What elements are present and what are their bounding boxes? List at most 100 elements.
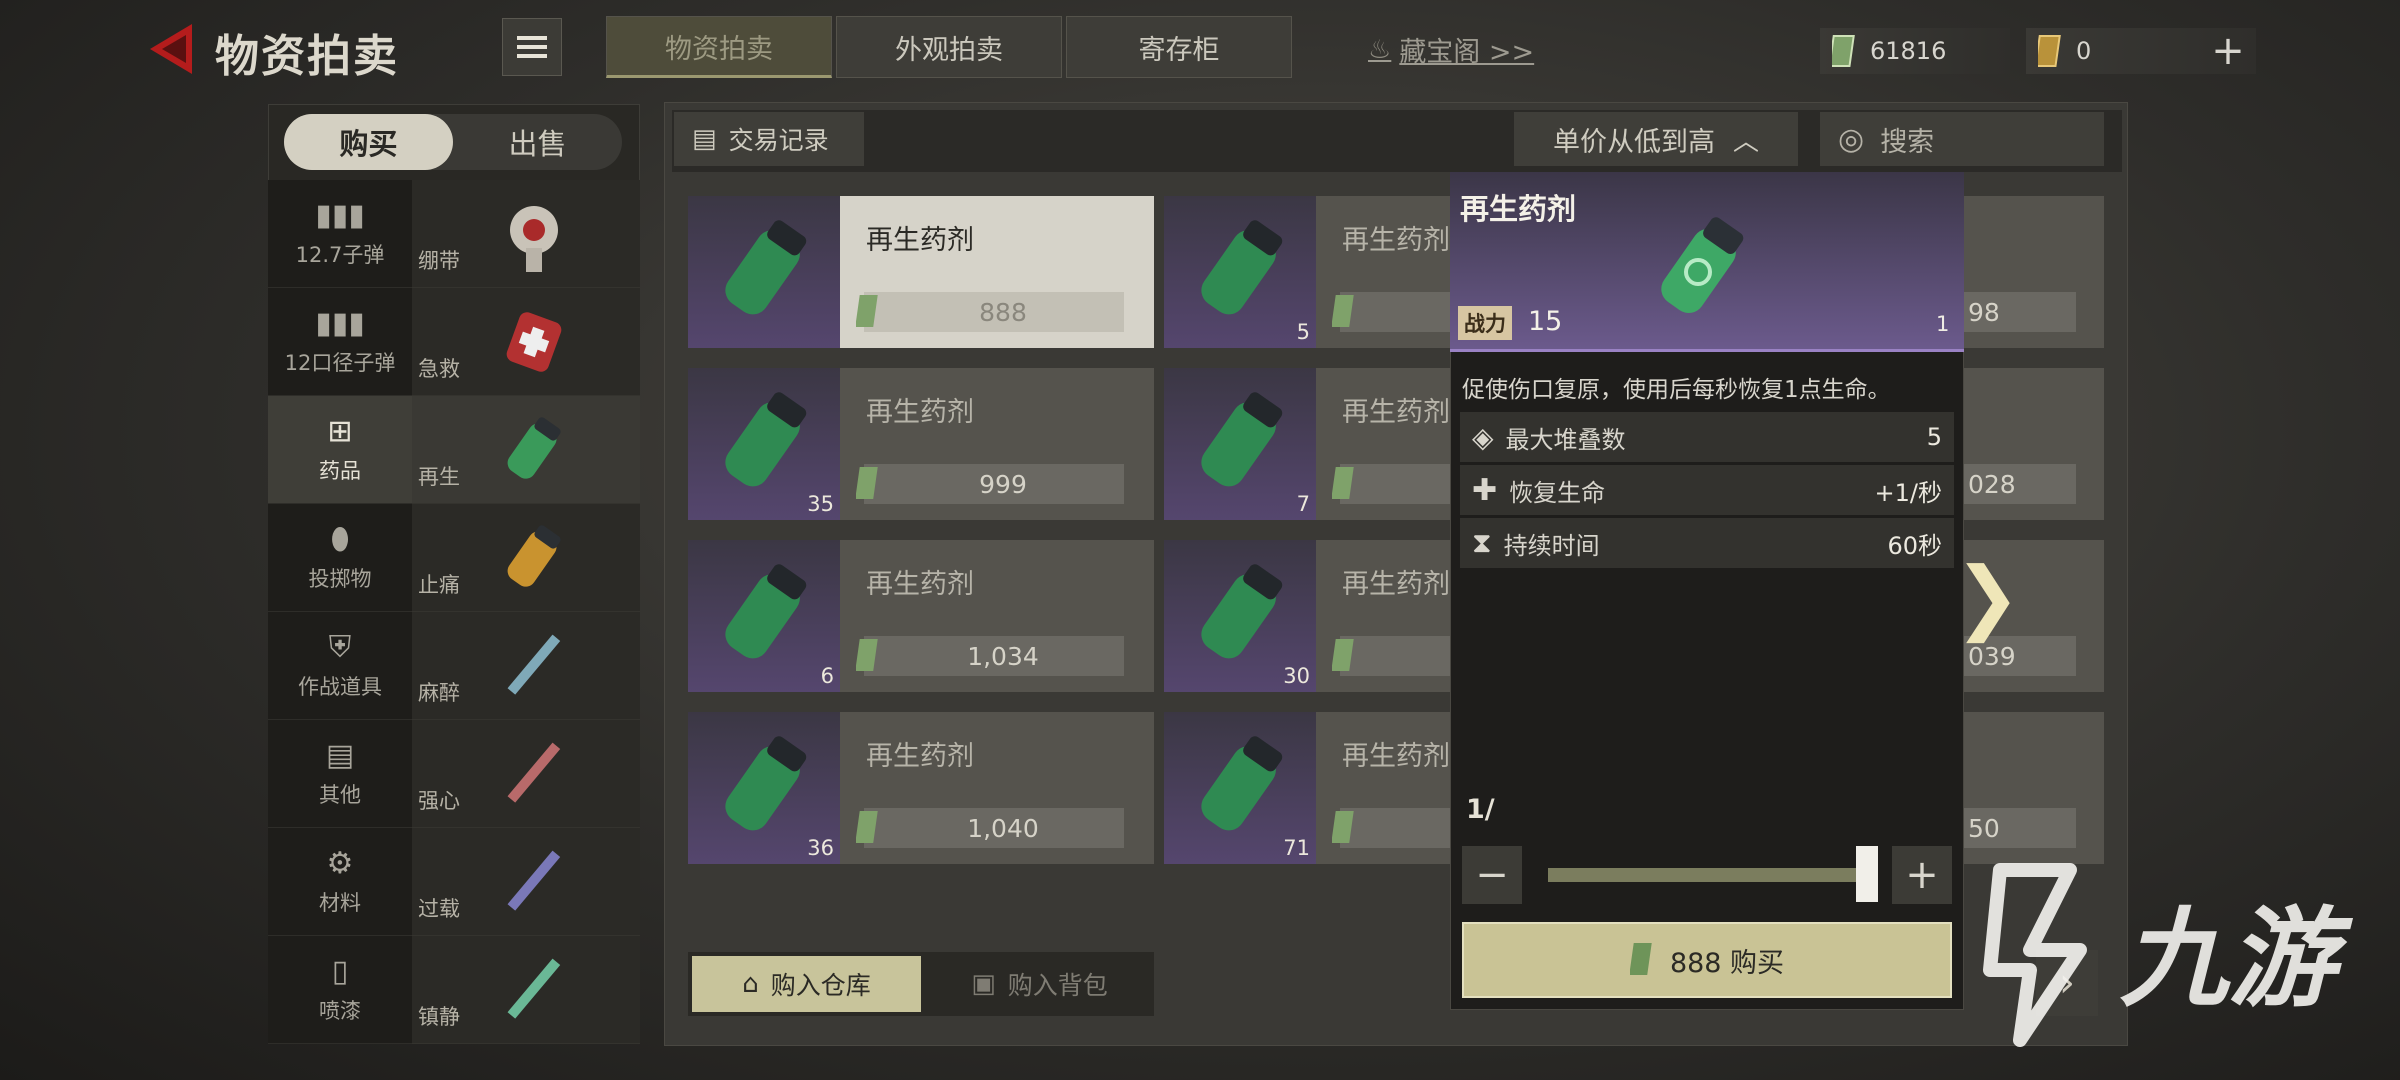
gold-ticket-icon [2038,35,2061,67]
item-name: 再生药剂 [1342,569,1450,600]
search-button[interactable]: ◎ 搜索 [1820,112,2104,166]
next-page-arrow[interactable]: ❯ [1954,550,2021,643]
listing-card[interactable]: 再生药剂 888 [688,196,1154,348]
item-qty: 71 [1283,836,1310,860]
syringe-icon [507,850,561,911]
backpack-icon: ▣ [971,969,996,999]
cash-icon [1332,639,1354,671]
page-title: 物资拍卖 [215,31,399,82]
listing-card[interactable]: 36 再生药剂 1,040 [688,712,1154,864]
buy-button-label: 888 购买 [1669,947,1785,979]
category-label: 12口径子弹 [284,351,396,375]
cash-icon [1629,943,1652,975]
tab-storage[interactable]: 寄存柜 [1066,16,1292,78]
sort-label: 单价从低到高 [1552,126,1715,158]
item-price: 888 [979,297,1027,327]
item-thumbnail: 7 [1164,368,1316,520]
category-other[interactable]: ▤ 其他 [268,720,412,828]
category-list: ▮▮▮ 12.7子弹 ▮▮▮ 12口径子弹 ⊞ 药品 ⬮ 投掷物 ⛨ 作战道具 ▤ 其他 ⚙… [268,180,412,1044]
back-arrow-icon [150,24,192,74]
cash-amount: 61816 [1870,37,1947,65]
item-price-box: 1,040 [856,808,1124,848]
cash-icon [1332,295,1354,327]
category-label: 喷漆 [319,999,361,1023]
category-label: 作战道具 [298,675,382,699]
syringe-icon [507,634,561,695]
gold-amount: 0 [2076,37,2092,65]
category-spray[interactable]: ▯ 喷漆 [268,936,412,1044]
item-name: 再生药剂 [1342,741,1450,772]
category-throwables[interactable]: ⬮ 投掷物 [268,504,412,612]
quantity-slider[interactable] [1548,868,1868,882]
category-combat-items[interactable]: ⛨ 作战道具 [268,612,412,720]
stat-value: 5 [1926,423,1942,451]
item-price: 98 [1964,292,2076,332]
watermark-logo: 九游 [1960,840,2380,1060]
buy-to-backpack-button[interactable]: ▣ 购入背包 [925,952,1154,1016]
sort-button[interactable]: 单价从低到高 ︿ [1514,112,1798,166]
subcategory-label: 镇静 [418,1005,460,1029]
purchase-destination: ⌂ 购入仓库 ▣ 购入背包 [688,952,1154,1016]
category-shells[interactable]: ▮▮▮ 12口径子弹 [268,288,412,396]
subcategory-painkiller[interactable]: 止痛 [412,504,640,612]
quantity-plus-button[interactable]: + [1892,846,1952,904]
item-name: 再生药剂 [866,569,974,600]
subcategory-overload[interactable]: 过载 [412,828,640,936]
listing-card-partial[interactable]: 98 [1964,196,2104,348]
listing-card[interactable]: 6 再生药剂 1,034 [688,540,1154,692]
treasure-link-label: 藏宝阁 >> [1399,37,1535,68]
quantity-minus-button[interactable]: − [1462,846,1522,904]
regen-potion-icon [725,564,807,659]
item-thumbnail: 6 [688,540,840,692]
item-thumbnail: 5 [1164,196,1316,348]
buy-button[interactable]: 888 购买 [1462,922,1952,998]
tab-appearance-auction[interactable]: 外观拍卖 [836,16,1062,78]
plus-icon: + [2211,28,2245,74]
chevron-up-icon: ︿ [1732,126,1759,157]
heal-plus-icon: ✚ [1472,472,1498,508]
subcategory-bandage[interactable]: 绷带 [412,180,640,288]
trade-log-button[interactable]: ▤ 交易记录 [674,112,864,166]
item-qty: 36 [807,836,834,860]
back-button[interactable] [140,18,202,80]
subcategory-anesthetic[interactable]: 麻醉 [412,612,640,720]
subcategory-first-aid[interactable]: 急救 [412,288,640,396]
subcategory-list: 绷带 急救 再生 止痛 麻醉 强心 过载 镇静 [412,180,640,1044]
menu-button[interactable] [502,18,562,76]
item-price-box: 1,034 [856,636,1124,676]
item-qty: 5 [1296,320,1310,344]
listing-card[interactable]: 35 再生药剂 999 [688,368,1154,520]
subcategory-regen[interactable]: 再生 [412,396,640,504]
subcategory-sedative[interactable]: 镇静 [412,936,640,1044]
subcategory-label: 急救 [418,357,460,381]
power-badge: 战力 [1458,306,1512,340]
item-name: 再生药剂 [866,225,974,256]
regen-potion-icon [1201,392,1283,487]
category-materials[interactable]: ⚙ 材料 [268,828,412,936]
add-currency-button[interactable]: + [2200,28,2256,74]
regen-potion-icon [725,220,807,315]
syringe-icon [507,742,561,803]
buy-to-backpack-label: 购入背包 [1007,971,1108,1000]
tab-material-auction[interactable]: 物资拍卖 [606,16,832,78]
item-detail-title: 再生药剂 [1460,192,1577,226]
listing-card-partial[interactable]: 028 [1964,368,2104,520]
sell-tab[interactable]: 出售 [453,114,622,170]
warehouse-icon: ⌂ [742,969,759,999]
category-medicine[interactable]: ⊞ 药品 [268,396,412,504]
quantity-slider-handle[interactable] [1856,846,1878,902]
category-ammo-12-7[interactable]: ▮▮▮ 12.7子弹 [268,180,412,288]
currency-cash: 61816 [1820,28,2010,74]
nine-game-logo-icon [1983,863,2087,1047]
subcategory-cardiac[interactable]: 强心 [412,720,640,828]
buy-to-warehouse-button[interactable]: ⌂ 购入仓库 [692,956,921,1012]
record-icon: ▤ [692,124,717,154]
top-tabs: 物资拍卖 外观拍卖 寄存柜 [606,16,1292,78]
treasure-link[interactable]: ♨ 藏宝阁 >> [1368,30,1534,69]
buy-to-warehouse-label: 购入仓库 [770,971,871,1000]
buy-tab[interactable]: 购买 [284,114,453,170]
category-label: 12.7子弹 [295,243,385,267]
layers-icon: ◈ [1472,420,1494,454]
stat-duration: ⧗ 持续时间 60秒 [1460,518,1954,568]
category-label: 材料 [319,891,361,915]
